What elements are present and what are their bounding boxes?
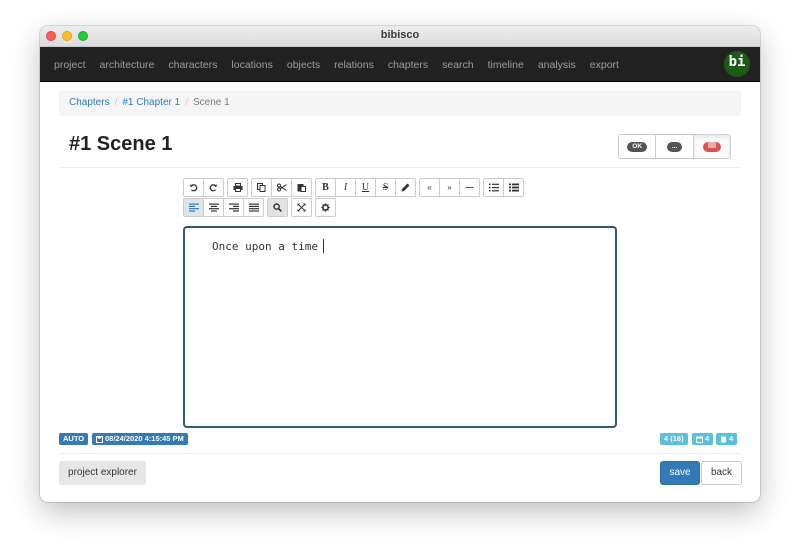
nav-item-chapters[interactable]: chapters xyxy=(388,59,428,71)
nav-item-objects[interactable]: objects xyxy=(287,59,320,71)
highlight-icon[interactable] xyxy=(395,178,416,197)
scene-status-toggle: OK ... xyxy=(618,134,731,159)
main-navbar: project architecture characters location… xyxy=(40,47,760,82)
editor-content: Once upon a time xyxy=(212,240,318,253)
text-caret xyxy=(322,238,324,253)
page-count: 4 xyxy=(729,434,734,443)
bibisco-logo[interactable]: bi xyxy=(724,51,750,77)
page-title: #1 Scene 1 xyxy=(69,133,173,155)
window-title: bibisco xyxy=(380,29,420,41)
breadcrumb-chapters[interactable]: Chapters xyxy=(69,97,110,108)
list-icon xyxy=(702,141,721,152)
redo-icon[interactable] xyxy=(203,178,224,197)
character-count: 4 xyxy=(705,434,710,443)
paste-icon[interactable] xyxy=(291,178,312,197)
nav-item-locations[interactable]: locations xyxy=(231,59,272,71)
title-bar: bibisco xyxy=(40,26,760,47)
status-done-button[interactable]: OK xyxy=(619,135,655,158)
nav-item-architecture[interactable]: architecture xyxy=(100,59,155,71)
scene-text-editor[interactable]: Once upon a time xyxy=(183,226,617,428)
nav-item-characters[interactable]: characters xyxy=(168,59,217,71)
project-explorer-button[interactable]: project explorer xyxy=(59,461,146,485)
align-center-icon[interactable] xyxy=(203,198,224,217)
divider xyxy=(59,167,741,168)
word-count-badge: 4 (16) xyxy=(660,433,688,445)
save-button[interactable]: save xyxy=(660,461,700,485)
close-quote-icon[interactable]: » xyxy=(439,178,460,197)
nav-item-search[interactable]: search xyxy=(442,59,474,71)
status-in-progress-button[interactable]: ... xyxy=(655,135,692,158)
print-icon[interactable] xyxy=(227,178,248,197)
breadcrumb-separator: / xyxy=(185,97,188,108)
status-done-badge: OK xyxy=(627,141,648,152)
strikethrough-icon[interactable]: S xyxy=(375,178,396,197)
fullscreen-icon[interactable] xyxy=(291,198,312,217)
open-quote-icon[interactable]: « xyxy=(419,178,440,197)
undo-icon[interactable] xyxy=(183,178,204,197)
align-right-icon[interactable] xyxy=(223,198,244,217)
last-save-badge: 08/24/2020 4:15:45 PM xyxy=(92,433,188,445)
last-save-time: 08/24/2020 4:15:45 PM xyxy=(105,434,184,443)
status-todo-button[interactable] xyxy=(692,135,730,158)
align-justify-icon[interactable] xyxy=(243,198,264,217)
nav-item-timeline[interactable]: timeline xyxy=(488,59,524,71)
nav-item-relations[interactable]: relations xyxy=(334,59,374,71)
cut-icon[interactable] xyxy=(271,178,292,197)
calendar-icon xyxy=(696,436,703,443)
nav-item-project[interactable]: project xyxy=(54,59,86,71)
search-icon[interactable] xyxy=(267,198,288,217)
book-icon xyxy=(720,436,726,442)
unordered-list-icon[interactable] xyxy=(503,178,524,197)
breadcrumb: Chapters / #1 Chapter 1 / Scene 1 xyxy=(59,90,741,116)
breadcrumb-chapter-1[interactable]: #1 Chapter 1 xyxy=(122,97,180,108)
dash-icon[interactable]: — xyxy=(459,178,480,197)
breadcrumb-separator: / xyxy=(114,97,118,108)
settings-icon[interactable] xyxy=(315,198,336,217)
character-count-badge: 4 xyxy=(692,433,714,445)
italic-icon[interactable]: I xyxy=(335,178,356,197)
nav-item-analysis[interactable]: analysis xyxy=(538,59,576,71)
breadcrumb-current: Scene 1 xyxy=(192,97,230,108)
back-button[interactable]: back xyxy=(701,461,742,485)
ordered-list-icon[interactable] xyxy=(483,178,504,197)
editor-toolbar-row-2 xyxy=(183,198,339,217)
copy-icon[interactable] xyxy=(251,178,272,197)
nav-item-export[interactable]: export xyxy=(590,59,619,71)
status-in-progress-badge: ... xyxy=(666,141,683,152)
underline-icon[interactable]: U xyxy=(355,178,376,197)
bold-icon[interactable]: B xyxy=(315,178,336,197)
divider xyxy=(59,453,741,454)
editor-toolbar-row-1: B I U S « » — xyxy=(183,178,527,197)
page-count-badge: 4 xyxy=(716,433,738,445)
align-left-icon[interactable] xyxy=(183,198,204,217)
save-icon xyxy=(96,435,103,443)
app-window: bibisco project architecture characters … xyxy=(40,26,760,502)
autosave-badge: AUTO xyxy=(59,433,89,445)
